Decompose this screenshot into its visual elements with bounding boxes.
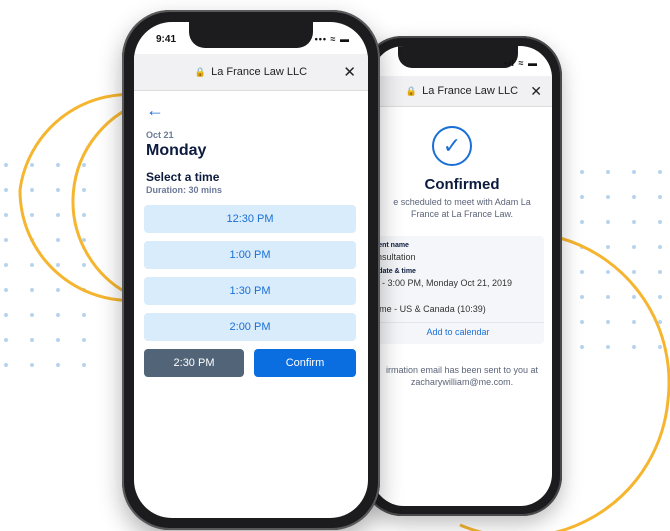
date-label: Oct 21 <box>146 130 174 140</box>
phone-notch <box>189 22 313 48</box>
select-time-heading: Select a time <box>146 170 220 184</box>
lock-icon: 🔒 <box>194 66 207 77</box>
time-slot[interactable]: 1:00 PM <box>144 241 356 269</box>
dot-grid-left <box>4 163 86 367</box>
day-label: Monday <box>146 142 207 159</box>
lock-icon: 🔒 <box>405 85 418 96</box>
phone-time-selection: 9:41 ••• ≈ ▬ 🔒 La France Law LLC ✕ ← Oct… <box>122 10 380 530</box>
confirmed-title: Confirmed <box>424 176 500 193</box>
dot-grid-right <box>580 170 662 349</box>
timezone-value: Time - US & Canada (10:39) <box>372 304 486 314</box>
appointment-details-card: ment name onsultation d date & time M - … <box>372 236 544 344</box>
time-slot[interactable]: 2:00 PM <box>144 313 356 341</box>
time-selection-screen: 9:41 ••• ≈ ▬ 🔒 La France Law LLC ✕ ← Oct… <box>134 22 368 518</box>
status-time: 9:41 <box>156 34 177 45</box>
confirmation-screen: •ıl ≈ ▬ 🔒 La France Law LLC ✕ ✓ Confirme… <box>372 46 552 506</box>
confirm-button[interactable]: Confirm <box>254 349 356 377</box>
duration-label: Duration: 30 mins <box>146 185 223 195</box>
browser-url-bar[interactable]: 🔒 La France Law LLC ✕ <box>134 54 368 91</box>
status-icons: •ıl ≈ ▬ <box>503 58 538 68</box>
datetime-value: M - 3:00 PM, Monday Oct 21, 2019 <box>372 278 513 288</box>
phone-notch <box>398 46 518 68</box>
time-slot[interactable]: 12:30 PM <box>144 205 356 233</box>
divider <box>372 322 544 323</box>
add-to-calendar-link[interactable]: Add to calendar <box>372 327 544 337</box>
selected-time-slot[interactable]: 2:30 PM <box>144 349 244 377</box>
browser-url-bar[interactable]: 🔒 La France Law LLC ✕ <box>372 76 552 107</box>
check-circle-icon: ✓ <box>432 126 472 166</box>
back-arrow-icon[interactable]: ← <box>146 100 164 121</box>
status-icons: ••• ≈ ▬ <box>314 34 350 44</box>
confirmed-subtitle: e scheduled to meet with Adam La France … <box>393 197 531 219</box>
email-confirmation-note: irmation email has been sent to you at z… <box>385 365 539 387</box>
time-slot[interactable]: 1:30 PM <box>144 277 356 305</box>
close-icon[interactable]: ✕ <box>530 83 542 100</box>
phone-confirmation: •ıl ≈ ▬ 🔒 La France Law LLC ✕ ✓ Confirme… <box>362 36 562 516</box>
site-name: La France Law LLC <box>211 66 308 78</box>
site-name: La France Law LLC <box>422 85 519 97</box>
close-icon[interactable]: ✕ <box>343 63 356 81</box>
